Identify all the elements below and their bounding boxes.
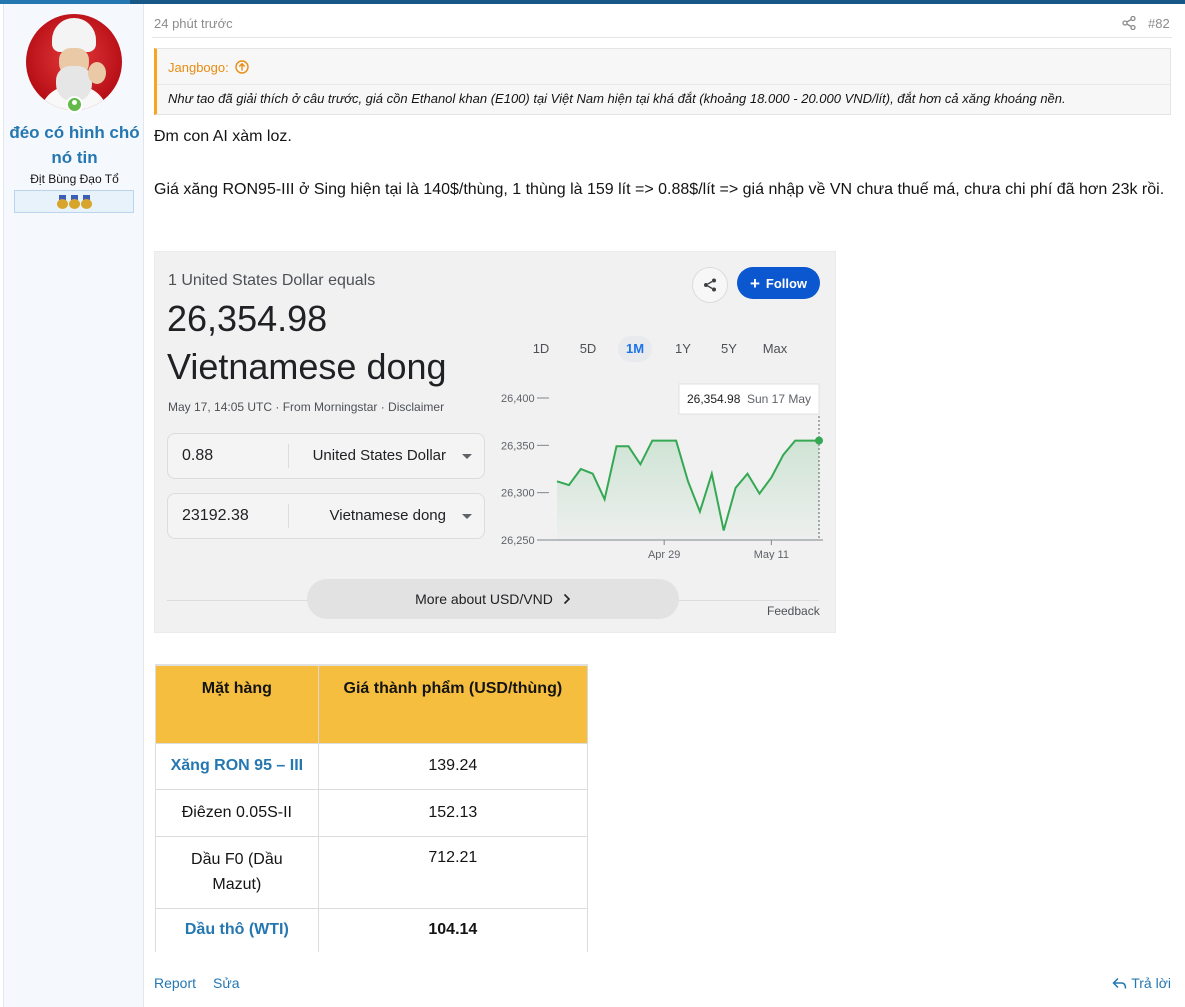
table-row: Điêzen 0.05S-II 152.13 bbox=[155, 788, 589, 836]
table-row: Dầu thô (WTI) 104.14 bbox=[155, 907, 589, 952]
chevron-down-icon[interactable] bbox=[462, 454, 472, 459]
table-cell-item[interactable]: Dầu thô (WTI) bbox=[155, 907, 319, 952]
share-icon bbox=[704, 278, 716, 292]
follow-button[interactable]: + Follow bbox=[737, 267, 820, 299]
table-row: Xăng RON 95 – III 139.24 bbox=[155, 742, 589, 789]
converter-equals-text: 1 United States Dollar equals bbox=[168, 272, 376, 289]
more-about-label: More about USD/VND bbox=[415, 591, 553, 607]
table-header-price: Giá thành phẩm (USD/thùng) bbox=[318, 664, 589, 743]
post-text-line-1: Đm con AI xàm loz. bbox=[154, 128, 292, 145]
chart-y-tick-label: 26,300 bbox=[501, 488, 535, 500]
username-link[interactable]: đéo có hình chó nó tin bbox=[4, 120, 145, 170]
divider bbox=[152, 37, 1172, 38]
currency-converter-card: 1 United States Dollar equals 26,354.98 … bbox=[154, 251, 836, 633]
table-cell-price: 104.14 bbox=[318, 907, 589, 952]
range-tab-1d[interactable]: 1D bbox=[527, 336, 555, 362]
table-row: Dầu F0 (Dầu Mazut) 712.21 bbox=[155, 835, 589, 908]
user-title: Địt Bùng Đạo Tổ bbox=[30, 172, 119, 186]
follow-label: Follow bbox=[765, 275, 808, 291]
price-table: Mặt hàng Giá thành phẩm (USD/thùng) Xăng… bbox=[155, 664, 589, 952]
share-icon[interactable] bbox=[1122, 16, 1136, 30]
online-status-icon bbox=[66, 96, 83, 113]
user-medals-banner bbox=[14, 190, 134, 213]
chart-y-axis: 26,250 26,300 26,350 26,400 bbox=[501, 393, 549, 547]
table-cell-price: 712.21 bbox=[318, 835, 589, 908]
chevron-right-icon bbox=[563, 593, 570, 605]
table-cell-item[interactable]: Xăng RON 95 – III bbox=[155, 742, 319, 789]
reply-label: Trả lời bbox=[1131, 975, 1171, 991]
chart-x-tick-label: May 11 bbox=[754, 549, 789, 560]
from-amount-box[interactable]: 0.88 United States Dollar bbox=[167, 433, 485, 479]
quote-header[interactable]: Jangbogo: bbox=[168, 58, 249, 76]
edit-link[interactable]: Sửa bbox=[213, 975, 240, 991]
chart-x-tick-label: Apr 29 bbox=[648, 549, 680, 560]
chart-tooltip-date: Sun 17 May bbox=[747, 392, 811, 406]
reply-icon bbox=[1112, 977, 1127, 989]
table-cell-item: Dầu F0 (Dầu Mazut) bbox=[155, 835, 319, 908]
range-tab-1y[interactable]: 1Y bbox=[668, 336, 698, 362]
chevron-down-icon[interactable] bbox=[462, 514, 472, 519]
table-cell-item: Điêzen 0.05S-II bbox=[155, 788, 319, 836]
from-currency-select[interactable]: United States Dollar bbox=[313, 447, 446, 464]
chart-x-axis: Apr 29 May 11 bbox=[549, 539, 823, 560]
more-about-button[interactable]: More about USD/VND bbox=[307, 579, 679, 619]
quote-text: Như tao đã giải thích ở câu trước, giá c… bbox=[168, 91, 1066, 106]
post-content: 24 phút trước #82 Jangbogo: Như tao đã g… bbox=[144, 4, 1185, 1007]
table-cell-price: 152.13 bbox=[318, 788, 589, 836]
to-currency-select[interactable]: Vietnamese dong bbox=[330, 507, 446, 524]
quote-block: Jangbogo: Như tao đã giải thích ở câu tr… bbox=[154, 48, 1171, 115]
feedback-link[interactable]: Feedback bbox=[767, 604, 820, 618]
table-cell-price: 139.24 bbox=[318, 742, 589, 789]
arrow-up-circle-icon[interactable] bbox=[235, 60, 249, 74]
chart-tooltip-value: 26,354.98 bbox=[687, 392, 741, 406]
to-amount-box[interactable]: 23192.38 Vietnamese dong bbox=[167, 493, 485, 539]
post-number-link[interactable]: #82 bbox=[1148, 16, 1170, 31]
medal-icon bbox=[56, 194, 68, 209]
chart-tooltip: 26,354.98 Sun 17 May bbox=[678, 383, 820, 415]
converter-share-button[interactable] bbox=[692, 267, 728, 303]
chart-y-tick-label: 26,350 bbox=[501, 440, 535, 452]
user-sidebar: đéo có hình chó nó tin Địt Bùng Đạo Tổ bbox=[3, 4, 144, 1007]
plus-icon: + bbox=[749, 273, 760, 293]
medal-icon bbox=[80, 194, 92, 209]
range-tab-5d[interactable]: 5D bbox=[574, 336, 602, 362]
medal-icon bbox=[68, 194, 80, 209]
post-text-line-2: Giá xăng RON95-III ở Sing hiện tại là 14… bbox=[154, 181, 1165, 198]
range-tab-1m[interactable]: 1M bbox=[618, 336, 652, 362]
from-amount-input[interactable]: 0.88 bbox=[182, 447, 213, 465]
quote-author[interactable]: Jangbogo: bbox=[168, 60, 229, 75]
exchange-rate-chart[interactable]: 26,250 26,300 26,350 26,400 Apr 29 May 11 26… bbox=[495, 380, 825, 560]
converter-currency-name: Vietnamese dong bbox=[167, 346, 447, 387]
converter-amount: 26,354.98 bbox=[167, 298, 328, 339]
chart-y-tick-label: 26,400 bbox=[501, 393, 535, 405]
table-header-item: Mặt hàng bbox=[155, 664, 319, 743]
chart-current-point[interactable] bbox=[815, 436, 823, 445]
post-time[interactable]: 24 phút trước bbox=[154, 16, 233, 31]
converter-timestamp: May 17, 14:05 UTC · From Morningstar · D… bbox=[168, 400, 445, 414]
chart-area-fill bbox=[557, 440, 819, 540]
report-link[interactable]: Report bbox=[154, 975, 196, 991]
post-actions: Report Sửa bbox=[154, 975, 240, 991]
chart-y-tick-label: 26,250 bbox=[501, 535, 535, 547]
range-tab-5y[interactable]: 5Y bbox=[715, 336, 743, 362]
range-tab-max[interactable]: Max bbox=[757, 336, 793, 362]
reply-button[interactable]: Trả lời bbox=[1112, 975, 1171, 991]
to-amount-input[interactable]: 23192.38 bbox=[182, 507, 249, 525]
